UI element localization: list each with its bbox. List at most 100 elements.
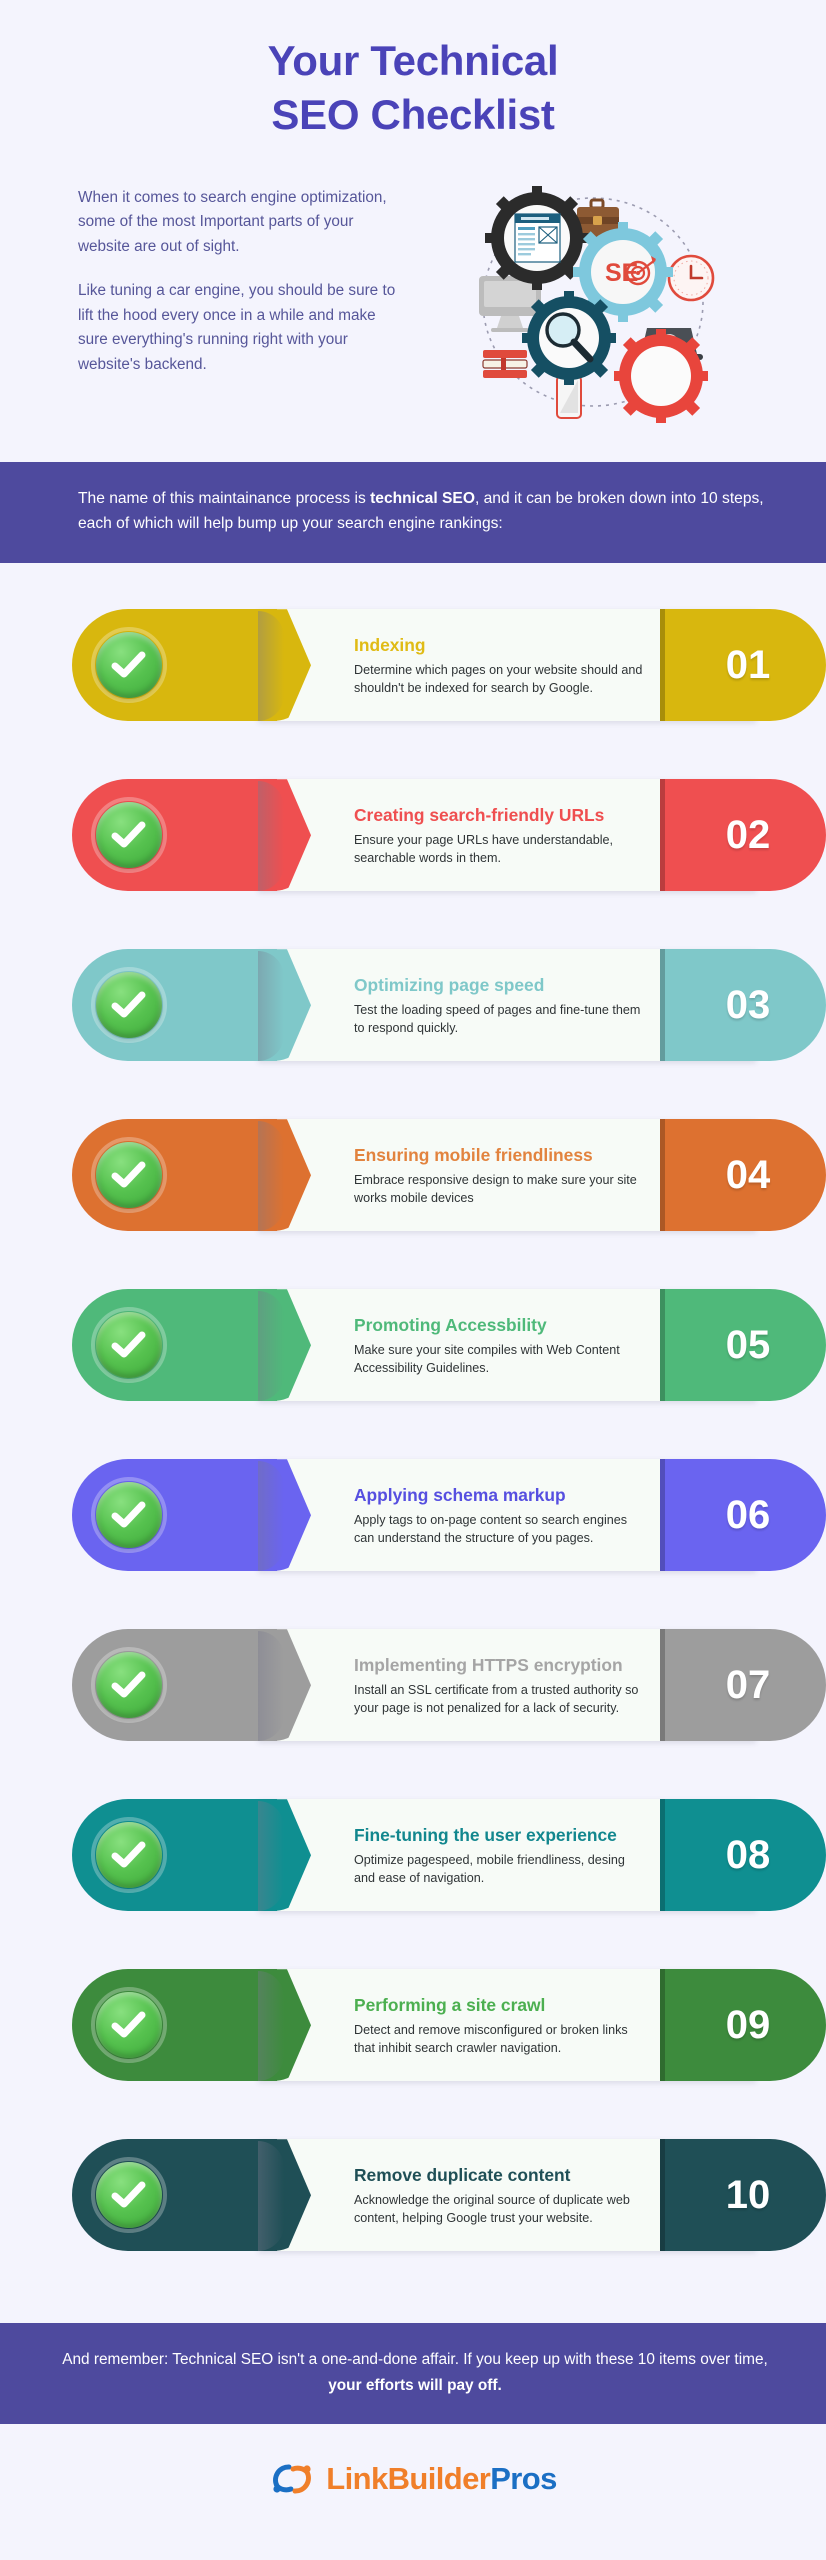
step-title: Creating search-friendly URLs [354,804,605,825]
step-title: Implementing HTTPS encryption [354,1654,623,1675]
step-number-badge: 08 [660,1799,826,1912]
checkmark-icon [91,967,167,1044]
step-number-badge: 03 [660,949,826,1062]
step-row: Creating search-friendly URLs Ensure your… [0,761,826,931]
page-title: Your Technical SEO Checklist [0,34,826,142]
step-inner: Fine-tuning the user experience Optimize … [72,1799,826,1912]
step-description: Detect and remove misconfigured or broke… [354,2022,628,2056]
step-title: Ensuring mobile friendliness [354,1144,593,1165]
step-number-badge: 04 [660,1119,826,1232]
brand-logo[interactable]: LinkBuilderPros [0,2423,826,2542]
step-title: Indexing [354,634,426,655]
step-row: Optimizing page speed Test the loading sp… [0,931,826,1101]
step-title: Fine-tuning the user experience [354,1824,617,1845]
step-description: Acknowledge the original source of dupli… [354,2192,630,2226]
step-title: Optimizing page speed [354,974,545,995]
step-number: 01 [725,642,771,687]
intro-banner: The name of this maintainance process is… [0,461,826,564]
step-number: 02 [725,812,771,857]
step-description: Test the loading speed of pages and fine… [354,1002,641,1036]
step-number-barline [660,2139,665,2252]
step-number-barline [660,1969,665,2082]
step-number-barline [660,1459,665,1572]
checkmark-icon [91,1477,167,1554]
step-description: Determine which pages on your website sh… [354,662,643,696]
books-icon [482,349,528,378]
step-row: Remove duplicate content Acknowledge the … [0,2121,826,2291]
checkmark-icon [91,1987,167,2064]
footer-banner: And remember: Technical SEO isn't a one-… [0,2323,826,2424]
step-row: Indexing Determine which pages on your we… [0,591,826,761]
step-title: Promoting Accessbility [354,1314,547,1335]
step-row: Applying schema markup Apply tags to on-p… [0,1441,826,1611]
checkmark-icon [91,2157,167,2234]
step-number-barline [660,609,665,722]
step-number-barline [660,779,665,892]
brand-logo-text-part2: Pros [490,2460,557,2496]
step-number-badge: 01 [660,609,826,722]
step-number: 09 [725,2002,771,2047]
intro-banner-emphasis: technical SEO [370,489,475,507]
step-number: 06 [725,1492,771,1537]
page-title-line-2: SEO Checklist [271,90,555,138]
brand-logo-text: LinkBuilderPros [326,2460,557,2497]
step-number-badge: 07 [660,1629,826,1742]
step-description: Apply tags to on-page content so search … [354,1512,628,1546]
step-inner: Implementing HTTPS encryption Install an … [72,1629,826,1742]
checkmark-icon [91,797,167,874]
step-inner: Creating search-friendly URLs Ensure your… [72,779,826,892]
step-inner: Performing a site crawl Detect and remove… [72,1969,826,2082]
checkmark-icon [91,1647,167,1724]
magnifier-gear-icon [522,290,616,385]
infographic-page: Your Technical SEO Checklist When it com… [0,0,826,2560]
hero-copy: When it comes to search engine optimizat… [78,176,396,397]
footer-banner-emphasis: your efforts will pay off. [328,2376,502,2394]
step-number: 10 [725,2172,771,2217]
step-number-badge: 10 [660,2139,826,2252]
step-title: Performing a site crawl [354,1994,546,2015]
footer-banner-text-before: And remember: Technical SEO isn't a one-… [62,2351,768,2369]
page-title-line-1: Your Technical [267,37,559,84]
linkbuilderpros-mark-icon [273,2464,312,2494]
step-title: Remove duplicate content [354,2164,571,2185]
step-inner: Ensuring mobile friendliness Embrace resp… [72,1119,826,1232]
step-title: Applying schema markup [354,1484,566,1505]
step-description: Install an SSL certificate from a truste… [354,1682,639,1716]
step-row: Promoting Accessbility Make sure your sit… [0,1271,826,1441]
step-description: Optimize pagespeed, mobile friendliness,… [354,1852,625,1886]
check-glyph-icon [111,2181,146,2208]
check-glyph-icon [111,1331,146,1358]
step-inner: Indexing Determine which pages on your we… [72,609,826,722]
step-number-barline [660,1799,665,1912]
step-row: Implementing HTTPS encryption Install an … [0,1611,826,1781]
hero-section: Your Technical SEO Checklist When it com… [0,0,826,430]
check-glyph-icon [111,1161,146,1188]
checkmark-icon [91,1137,167,1214]
step-row: Fine-tuning the user experience Optimize … [0,1781,826,1951]
checkmark-icon [91,1817,167,1894]
step-inner: Optimizing page speed Test the loading sp… [72,949,826,1062]
step-row: Performing a site crawl Detect and remove… [0,1951,826,2121]
steps-list: Indexing Determine which pages on your we… [0,563,826,2309]
step-number-badge: 02 [660,779,826,892]
intro-banner-text-before: The name of this maintainance process is [78,489,371,507]
check-glyph-icon [111,821,146,848]
check-glyph-icon [111,2011,146,2038]
seo-gears-icon: SE [479,185,715,423]
brand-logo-text-part1: LinkBuilder [326,2460,491,2496]
checkmark-icon [91,1307,167,1384]
step-number: 03 [725,982,771,1027]
hero-illustration: SE [406,176,792,430]
checkmark-icon [91,627,167,704]
step-description: Ensure your page URLs have understandabl… [354,832,614,866]
clock-icon [667,254,715,301]
person-gear-icon [614,328,708,423]
step-row: Ensuring mobile friendliness Embrace resp… [0,1101,826,1271]
step-description: Make sure your site compiles with Web Co… [354,1342,620,1376]
step-number: 04 [725,1152,771,1197]
hero-body: When it comes to search engine optimizat… [0,142,826,430]
step-number-badge: 05 [660,1289,826,1402]
step-number: 08 [725,1832,771,1877]
step-inner: Applying schema markup Apply tags to on-p… [72,1459,826,1572]
step-inner: Remove duplicate content Acknowledge the … [72,2139,826,2252]
